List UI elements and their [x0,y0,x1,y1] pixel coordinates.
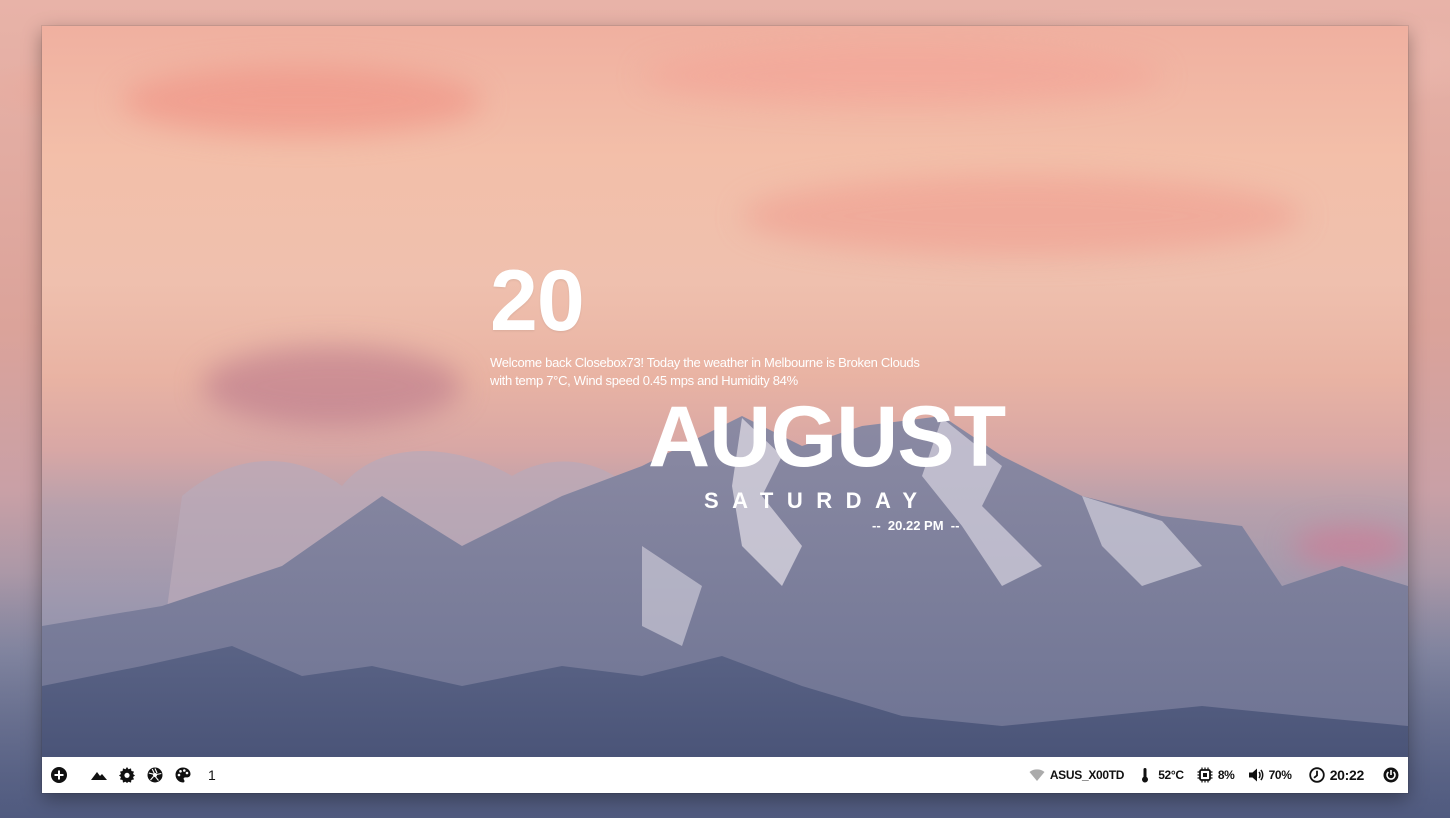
clock-status[interactable]: 20:22 [1308,766,1364,784]
volume-status[interactable]: 70% [1247,766,1292,784]
taskbar: 1 ASUS_X00TD 52°C 8% 70% 20:22 [42,757,1408,793]
temperature-status[interactable]: 52°C [1136,766,1184,784]
time-suffix: -- [950,518,960,533]
clock-icon [1308,766,1326,784]
cpu-icon [1196,766,1214,784]
widget-weekday: SATURDAY [704,488,931,513]
time-value: 20.22 PM [887,518,944,533]
widget-month: AUGUST [648,389,1006,485]
mountain-icon[interactable] [90,766,108,784]
widget-day-number: 20 [490,253,585,349]
widget-time: -- 20.22 PM -- [872,518,959,533]
clock-value: 20:22 [1329,767,1365,783]
volume-icon [1247,766,1265,784]
plus-circle-icon[interactable] [50,766,68,784]
cpu-status[interactable]: 8% [1196,766,1235,784]
gear-icon[interactable] [118,766,136,784]
palette-icon[interactable] [174,766,192,784]
taskbar-left: 1 [42,766,216,784]
aperture-icon[interactable] [146,766,164,784]
network-status[interactable]: ASUS_X00TD [1028,766,1124,784]
taskbar-right: ASUS_X00TD 52°C 8% 70% 20:22 [1016,766,1408,784]
welcome-line-2: with temp 7°C, Wind speed 0.45 mps and H… [490,373,798,388]
workspace-indicator[interactable]: 1 [208,767,216,783]
power-icon[interactable] [1382,766,1400,784]
temperature-value: 52°C [1158,768,1184,782]
desktop-screen: 20 Welcome back Closebox73! Today the we… [42,26,1408,793]
thermometer-icon [1136,766,1154,784]
widget-welcome-text: Welcome back Closebox73! Today the weath… [490,354,930,390]
time-prefix: -- [872,518,881,533]
network-name: ASUS_X00TD [1049,768,1125,782]
volume-value: 70% [1268,768,1292,782]
welcome-line-1: Welcome back Closebox73! Today the weath… [490,355,920,370]
wifi-icon [1028,766,1046,784]
cpu-value: 8% [1217,768,1235,782]
